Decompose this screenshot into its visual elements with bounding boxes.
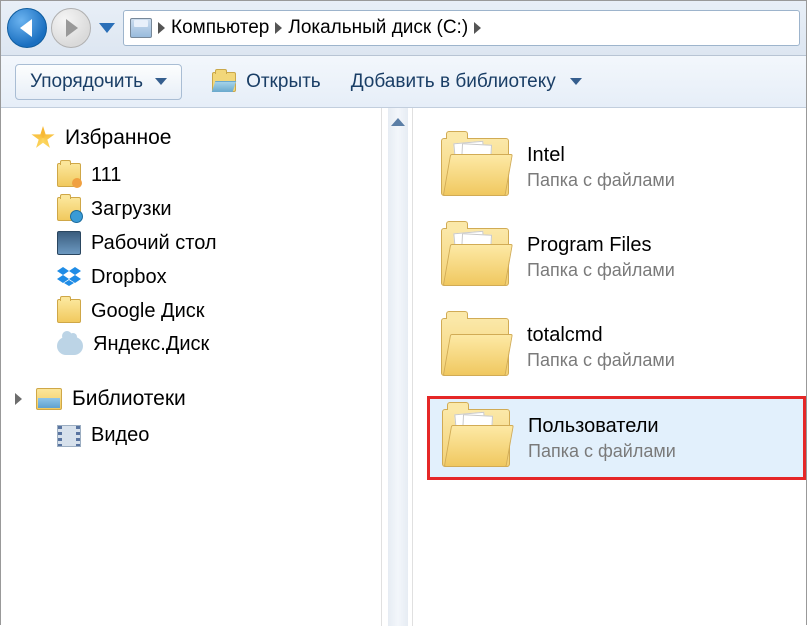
dropbox-icon (57, 265, 81, 289)
navigation-pane: Избранное 111 Загрузки Рабочий стол Drop… (1, 108, 381, 626)
libraries-group: Библиотеки Видео (31, 387, 371, 452)
scroll-up-icon[interactable] (391, 118, 405, 126)
favorites-group: Избранное 111 Загрузки Рабочий стол Drop… (31, 126, 371, 361)
sidebar-item-label: Google Диск (91, 300, 205, 323)
add-to-library-button[interactable]: Добавить в библиотеку (351, 71, 582, 93)
sidebar-item-yandex-disk[interactable]: Яндекс.Диск (31, 328, 371, 361)
folder-subtype: Папка с файлами (528, 441, 676, 462)
sidebar-item-desktop[interactable]: Рабочий стол (31, 226, 371, 260)
expand-icon[interactable] (15, 393, 22, 405)
sidebar-item-label: Яндекс.Диск (93, 333, 209, 356)
sidebar-item-label: Dropbox (91, 266, 167, 289)
sidebar-item-label: Загрузки (91, 198, 172, 221)
drive-icon (130, 18, 152, 38)
folder-name: totalcmd (527, 324, 675, 347)
downloads-icon (57, 197, 81, 221)
breadcrumb-separator-icon[interactable] (158, 22, 165, 34)
address-bar-row: Компьютер Локальный диск (C:) (1, 1, 806, 56)
nav-history-dropdown-icon[interactable] (99, 23, 115, 33)
nav-forward-button[interactable] (51, 8, 91, 48)
libraries-header-label: Библиотеки (72, 387, 186, 411)
folder-name: Intel (527, 144, 675, 167)
libraries-header[interactable]: Библиотеки (31, 387, 371, 411)
folder-name: Пользователи (528, 415, 676, 438)
sidebar-item-google-drive[interactable]: Google Диск (31, 294, 371, 328)
dropdown-icon (570, 78, 582, 85)
nav-back-button[interactable] (7, 8, 47, 48)
scrollbar-track[interactable] (388, 108, 408, 626)
cloud-icon (57, 337, 83, 355)
folder-subtype: Папка с файлами (527, 350, 675, 371)
favorites-header-label: Избранное (65, 126, 171, 150)
sidebar-item-label: 111 (91, 164, 121, 187)
favorites-header[interactable]: Избранное (31, 126, 371, 150)
libraries-icon (36, 388, 62, 410)
folder-icon (441, 138, 509, 196)
add-library-label: Добавить в библиотеку (351, 71, 556, 93)
body-split: Избранное 111 Загрузки Рабочий стол Drop… (1, 108, 806, 626)
sidebar-item-dropbox[interactable]: Dropbox (31, 260, 371, 294)
folder-icon (441, 228, 509, 286)
content-pane: Intel Папка с файлами Program Files Папк… (413, 108, 806, 626)
sidebar-item-111[interactable]: 111 (31, 158, 371, 192)
open-folder-icon (212, 72, 236, 92)
folder-icon (57, 163, 81, 187)
pane-divider[interactable] (381, 108, 413, 626)
toolbar: Упорядочить Открыть Добавить в библиотек… (1, 56, 806, 108)
breadcrumb-item[interactable]: Локальный диск (C:) (288, 17, 468, 39)
folder-item-users[interactable]: Пользователи Папка с файлами (427, 396, 806, 480)
google-drive-icon (57, 299, 81, 323)
organize-label: Упорядочить (30, 71, 143, 93)
breadcrumb-bar[interactable]: Компьютер Локальный диск (C:) (123, 10, 800, 46)
folder-subtype: Папка с файлами (527, 170, 675, 191)
folder-item-program-files[interactable]: Program Files Папка с файлами (427, 216, 806, 298)
folder-icon (441, 318, 509, 376)
folder-item-totalcmd[interactable]: totalcmd Папка с файлами (427, 306, 806, 388)
star-icon (31, 126, 55, 150)
open-label: Открыть (246, 71, 321, 93)
folder-name: Program Files (527, 234, 675, 257)
folder-icon (442, 409, 510, 467)
sidebar-item-label: Рабочий стол (91, 232, 217, 255)
breadcrumb-separator-icon[interactable] (275, 22, 282, 34)
folder-item-intel[interactable]: Intel Папка с файлами (427, 126, 806, 208)
sidebar-item-label: Видео (91, 424, 149, 447)
desktop-icon (57, 231, 81, 255)
video-icon (57, 425, 81, 447)
breadcrumb-separator-icon[interactable] (474, 22, 481, 34)
breadcrumb-item[interactable]: Компьютер (171, 17, 269, 39)
dropdown-icon (155, 78, 167, 85)
organize-button[interactable]: Упорядочить (15, 64, 182, 100)
open-button[interactable]: Открыть (212, 71, 321, 93)
sidebar-item-downloads[interactable]: Загрузки (31, 192, 371, 226)
folder-subtype: Папка с файлами (527, 260, 675, 281)
sidebar-item-video[interactable]: Видео (31, 419, 371, 452)
